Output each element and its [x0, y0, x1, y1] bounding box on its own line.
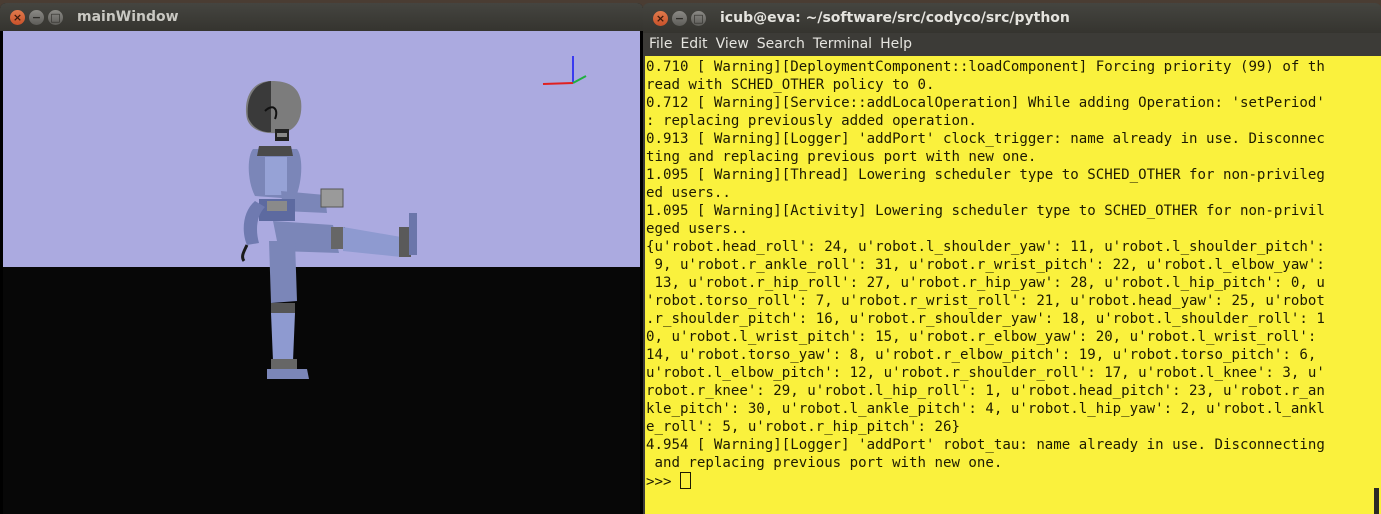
terminal-line: 4.954 [ Warning][Logger] 'addPort' robot…: [646, 437, 1325, 453]
maximize-icon[interactable]: □: [691, 10, 706, 26]
terminal-titlebar[interactable]: × − □ icub@eva: ~/software/src/codyco/sr…: [643, 3, 1381, 33]
terminal-line: 14, u'robot.torso_yaw': 8, u'robot.r_elb…: [646, 347, 1317, 363]
terminal-line: u'robot.l_elbow_pitch': 12, u'robot.r_sh…: [646, 365, 1325, 381]
terminal-text: 0.710 [ Warning][DeploymentComponent::lo…: [645, 56, 1372, 472]
menu-edit[interactable]: Edit: [680, 36, 707, 52]
terminal-line: : replacing previously added operation.: [646, 113, 977, 129]
terminal-line: ed users..: [646, 185, 731, 201]
icub-robot-figure: [241, 81, 417, 379]
terminal-line: 1.095 [ Warning][Activity] Lowering sche…: [646, 203, 1325, 219]
terminal-line: kle_pitch': 30, u'robot.l_ankle_pitch': …: [646, 401, 1325, 417]
terminal-output[interactable]: 0.710 [ Warning][DeploymentComponent::lo…: [645, 56, 1372, 514]
terminal-line: 'robot.torso_roll': 7, u'robot.r_wrist_r…: [646, 293, 1325, 309]
terminal-menubar: File Edit View Search Terminal Help: [643, 33, 1381, 55]
terminal-line: and replacing previous port with new one…: [646, 455, 1003, 471]
menu-view[interactable]: View: [716, 36, 749, 52]
terminal-line: 9, u'robot.r_ankle_roll': 31, u'robot.r_…: [646, 257, 1325, 273]
terminal-line: read with SCHED_OTHER policy to 0.: [646, 77, 935, 93]
axis-gizmo-icon: [542, 56, 587, 85]
terminal-line: robot.r_knee': 29, u'robot.l_hip_roll': …: [646, 383, 1325, 399]
simulator-window-title: mainWindow: [77, 9, 179, 25]
minimize-icon[interactable]: −: [672, 10, 687, 26]
terminal-line: eged users..: [646, 221, 748, 237]
3d-viewport[interactable]: [3, 31, 640, 514]
terminal-line: 0.712 [ Warning][Service::addLocalOperat…: [646, 95, 1325, 111]
menu-help[interactable]: Help: [880, 36, 912, 52]
terminal-line: 0.913 [ Warning][Logger] 'addPort' clock…: [646, 131, 1325, 147]
terminal-line: 0.710 [ Warning][DeploymentComponent::lo…: [646, 59, 1325, 75]
terminal-line: {u'robot.head_roll': 24, u'robot.l_shoul…: [646, 239, 1325, 255]
simulator-titlebar[interactable]: × − □ mainWindow: [0, 3, 643, 31]
scrollbar-thumb[interactable]: [1374, 488, 1379, 514]
terminal-line: ting and replacing previous port with ne…: [646, 149, 1037, 165]
terminal-line: e_roll': 5, u'robot.r_hip_pitch': 26}: [646, 419, 960, 435]
terminal-scrollbar[interactable]: [1372, 56, 1381, 514]
menu-search[interactable]: Search: [757, 36, 805, 52]
text-cursor: [679, 472, 691, 489]
close-icon[interactable]: ×: [10, 9, 25, 25]
terminal-window-title: icub@eva: ~/software/src/codyco/src/pyth…: [720, 10, 1070, 26]
terminal-line: .r_shoulder_pitch': 16, u'robot.r_should…: [646, 311, 1325, 327]
maximize-icon[interactable]: □: [48, 9, 63, 25]
terminal-prompt-line[interactable]: >>>: [645, 472, 1372, 491]
terminal-line: 0, u'robot.l_wrist_pitch': 15, u'robot.r…: [646, 329, 1317, 345]
minimize-icon[interactable]: −: [29, 9, 44, 25]
robot-scene: [241, 56, 587, 379]
terminal-line: 13, u'robot.r_hip_roll': 27, u'robot.r_h…: [646, 275, 1325, 291]
python-prompt: >>>: [646, 474, 680, 490]
menu-terminal[interactable]: Terminal: [813, 36, 872, 52]
terminal-line: 1.095 [ Warning][Thread] Lowering schedu…: [646, 167, 1325, 183]
close-icon[interactable]: ×: [653, 10, 668, 26]
simulator-window[interactable]: × − □ mainWindow: [0, 3, 643, 514]
menu-file[interactable]: File: [649, 36, 672, 52]
terminal-window[interactable]: × − □ icub@eva: ~/software/src/codyco/sr…: [643, 3, 1381, 514]
